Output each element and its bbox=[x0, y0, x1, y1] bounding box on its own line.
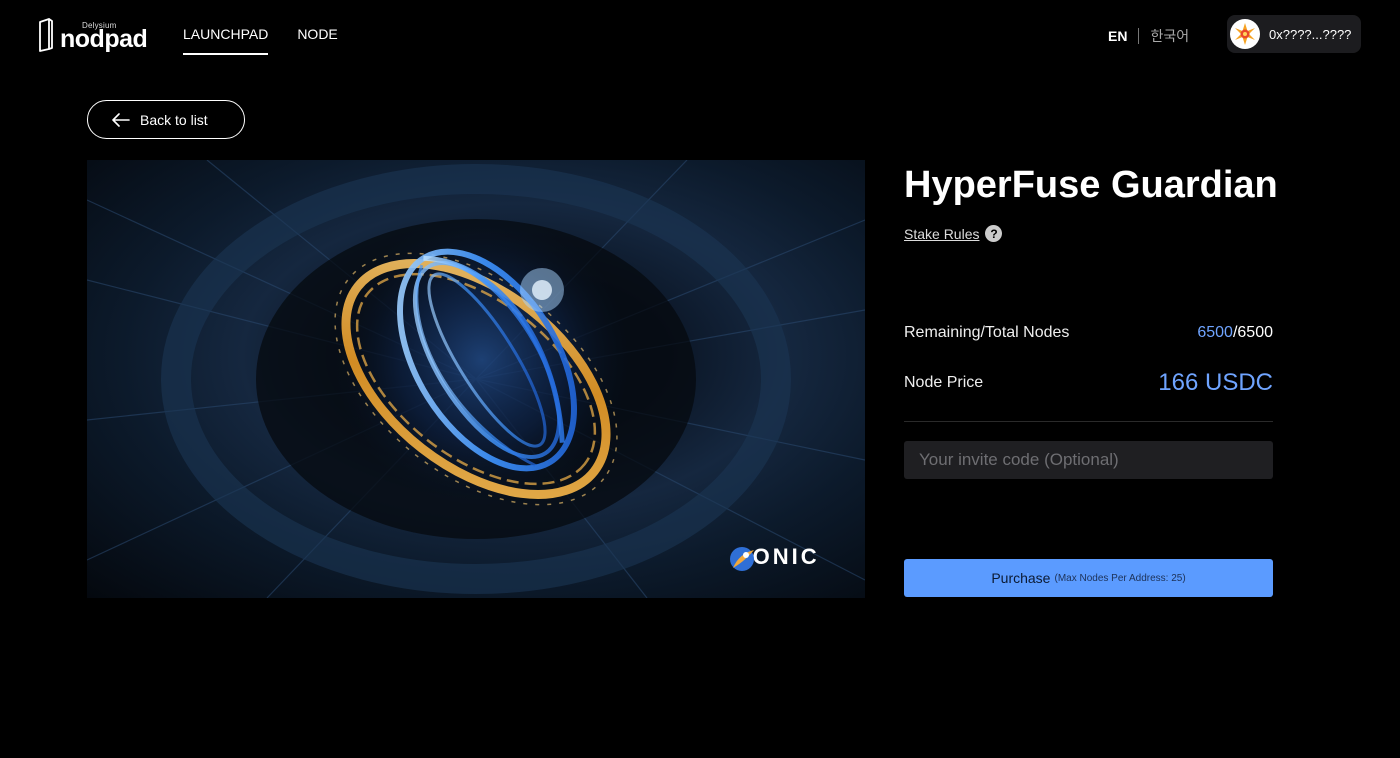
product-title: HyperFuse Guardian bbox=[904, 164, 1278, 206]
hero-image: SONIC bbox=[87, 160, 865, 598]
price-label: Node Price bbox=[904, 374, 984, 391]
nodpad-logo[interactable]: Delysium nodpad bbox=[38, 17, 150, 53]
sonic-logo-icon bbox=[730, 547, 754, 571]
top-header: Delysium nodpad LAUNCHPAD NODE EN 한국어 0x… bbox=[0, 0, 1400, 70]
arrow-left-icon bbox=[112, 112, 130, 127]
wallet-avatar bbox=[1230, 19, 1260, 49]
nodes-row: Remaining/Total Nodes 6500/6500 bbox=[904, 324, 1273, 342]
sunburst-avatar-icon bbox=[1235, 23, 1255, 45]
wallet-address: 0x????...???? bbox=[1269, 26, 1352, 42]
price-row: Node Price 166 USDC bbox=[904, 369, 1273, 397]
back-to-list-button[interactable]: Back to list bbox=[87, 100, 245, 139]
lang-en-option[interactable]: EN bbox=[1108, 28, 1127, 44]
nodes-value: 6500/6500 bbox=[1197, 324, 1273, 342]
question-mark-icon[interactable]: ? bbox=[985, 225, 1003, 242]
nodes-total: 6500 bbox=[1237, 324, 1273, 341]
price-value: 166 USDC bbox=[1158, 369, 1273, 396]
purchase-label: Purchase bbox=[991, 570, 1051, 586]
back-to-list-label: Back to list bbox=[140, 111, 208, 128]
purchase-button[interactable]: Purchase (Max Nodes Per Address: 25) bbox=[904, 559, 1273, 597]
wallet-button[interactable]: 0x????...???? bbox=[1227, 15, 1361, 53]
purchase-limit-note: (Max Nodes Per Address: 25) bbox=[1054, 572, 1186, 584]
sonic-brand: SONIC bbox=[727, 544, 820, 571]
logo-big-text: nodpad bbox=[60, 25, 148, 53]
section-divider bbox=[904, 421, 1273, 422]
nodes-label: Remaining/Total Nodes bbox=[904, 324, 1070, 341]
stake-rules-label: Stake Rules bbox=[904, 225, 980, 242]
nodpad-logo-icon bbox=[39, 18, 53, 52]
nodes-remaining: 6500 bbox=[1197, 324, 1233, 341]
lang-divider bbox=[1138, 28, 1140, 44]
hyperfuse-artwork bbox=[87, 160, 865, 598]
language-switcher: EN 한국어 bbox=[1108, 26, 1189, 46]
main-nav: LAUNCHPAD NODE bbox=[183, 0, 367, 70]
stake-rules-link[interactable]: Stake Rules ? bbox=[904, 225, 1003, 242]
nav-tab-launchpad[interactable]: LAUNCHPAD bbox=[183, 0, 269, 70]
lang-ko-option[interactable]: 한국어 bbox=[1150, 26, 1189, 46]
logo-wordmark: Delysium nodpad bbox=[60, 18, 150, 52]
nav-tab-node[interactable]: NODE bbox=[297, 0, 337, 70]
invite-code-input[interactable] bbox=[904, 441, 1273, 479]
